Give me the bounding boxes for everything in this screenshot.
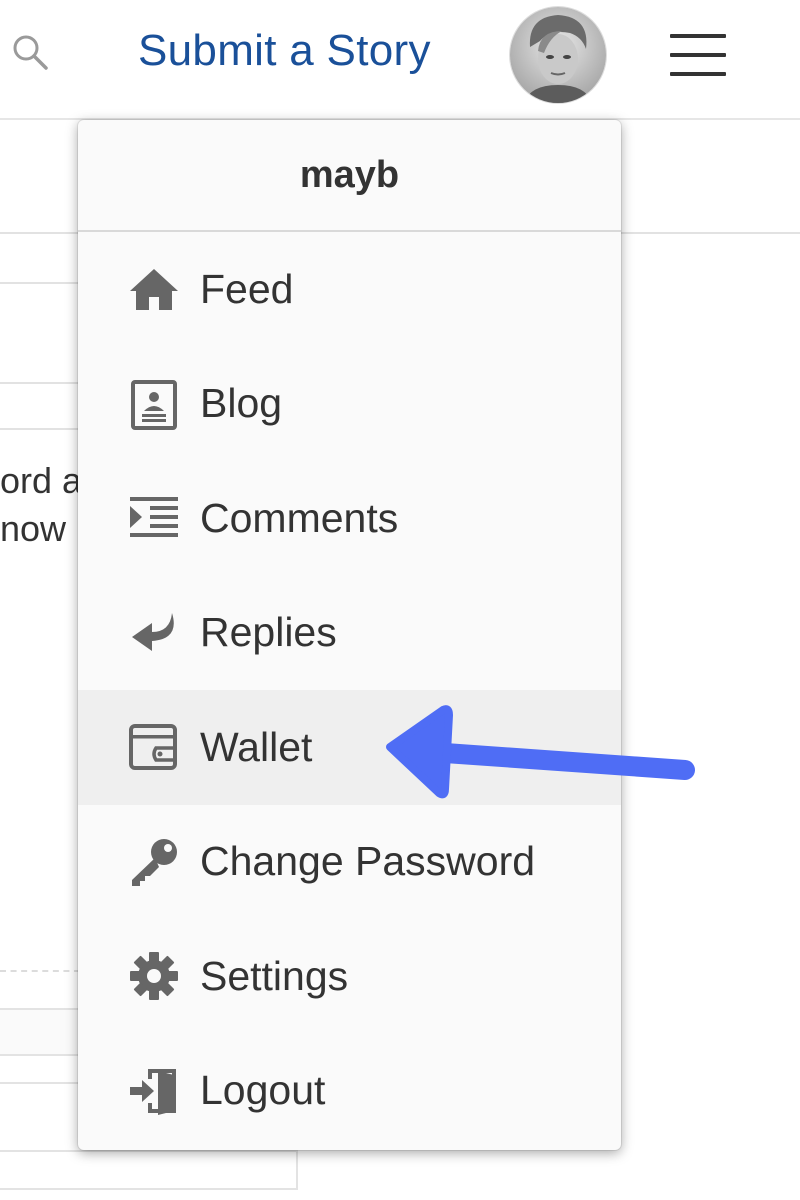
key-icon [128,836,180,888]
indent-list-icon [128,492,180,544]
avatar[interactable] [510,7,606,103]
bg-post-text: now [0,508,67,549]
menu-item-label: Wallet [200,723,313,770]
hamburger-line [670,72,726,76]
wallet-icon [128,721,180,773]
menu-item-change-password[interactable]: Change Password [78,805,621,920]
menu-item-label: Replies [200,609,337,656]
submit-story-link[interactable]: Submit a Story [138,26,431,76]
dropdown-menu-list: Feed Blog Comments Replies Wallet Change… [78,232,621,1148]
bg-field-border [0,282,80,284]
menu-item-label: Comments [200,494,399,541]
bg-input-box [0,1150,298,1190]
profile-card-icon [128,378,180,430]
hamburger-menu-button[interactable] [670,34,726,80]
bg-dashed-divider [0,970,80,972]
bg-field-border [0,428,80,430]
top-bar: Submit a Story [0,0,800,120]
menu-item-label: Blog [200,380,283,427]
dropdown-username: mayb [78,120,621,232]
menu-item-logout[interactable]: Logout [78,1034,621,1149]
menu-item-label: Logout [200,1067,326,1114]
menu-item-blog[interactable]: Blog [78,347,621,462]
bg-input-box [0,1008,84,1056]
menu-item-replies[interactable]: Replies [78,576,621,691]
hamburger-line [670,53,726,57]
reply-arrow-icon [128,607,180,659]
menu-item-label: Feed [200,265,294,312]
bg-field-border [0,1082,78,1084]
bg-post-text: ord a [0,460,80,501]
avatar-photo [510,7,606,103]
menu-item-feed[interactable]: Feed [78,232,621,347]
hamburger-line [670,34,726,38]
search-icon[interactable] [10,32,50,72]
annotation-arrow-icon [386,705,695,799]
menu-item-label: Settings [200,952,349,999]
bg-field-border [0,382,80,384]
menu-item-settings[interactable]: Settings [78,919,621,1034]
logout-icon [128,1065,180,1117]
menu-item-comments[interactable]: Comments [78,461,621,576]
gear-icon [128,950,180,1002]
home-icon [128,263,180,315]
menu-item-label: Change Password [200,838,536,885]
user-dropdown-menu: mayb Feed Blog Comments Replies Wallet C… [78,120,621,1150]
